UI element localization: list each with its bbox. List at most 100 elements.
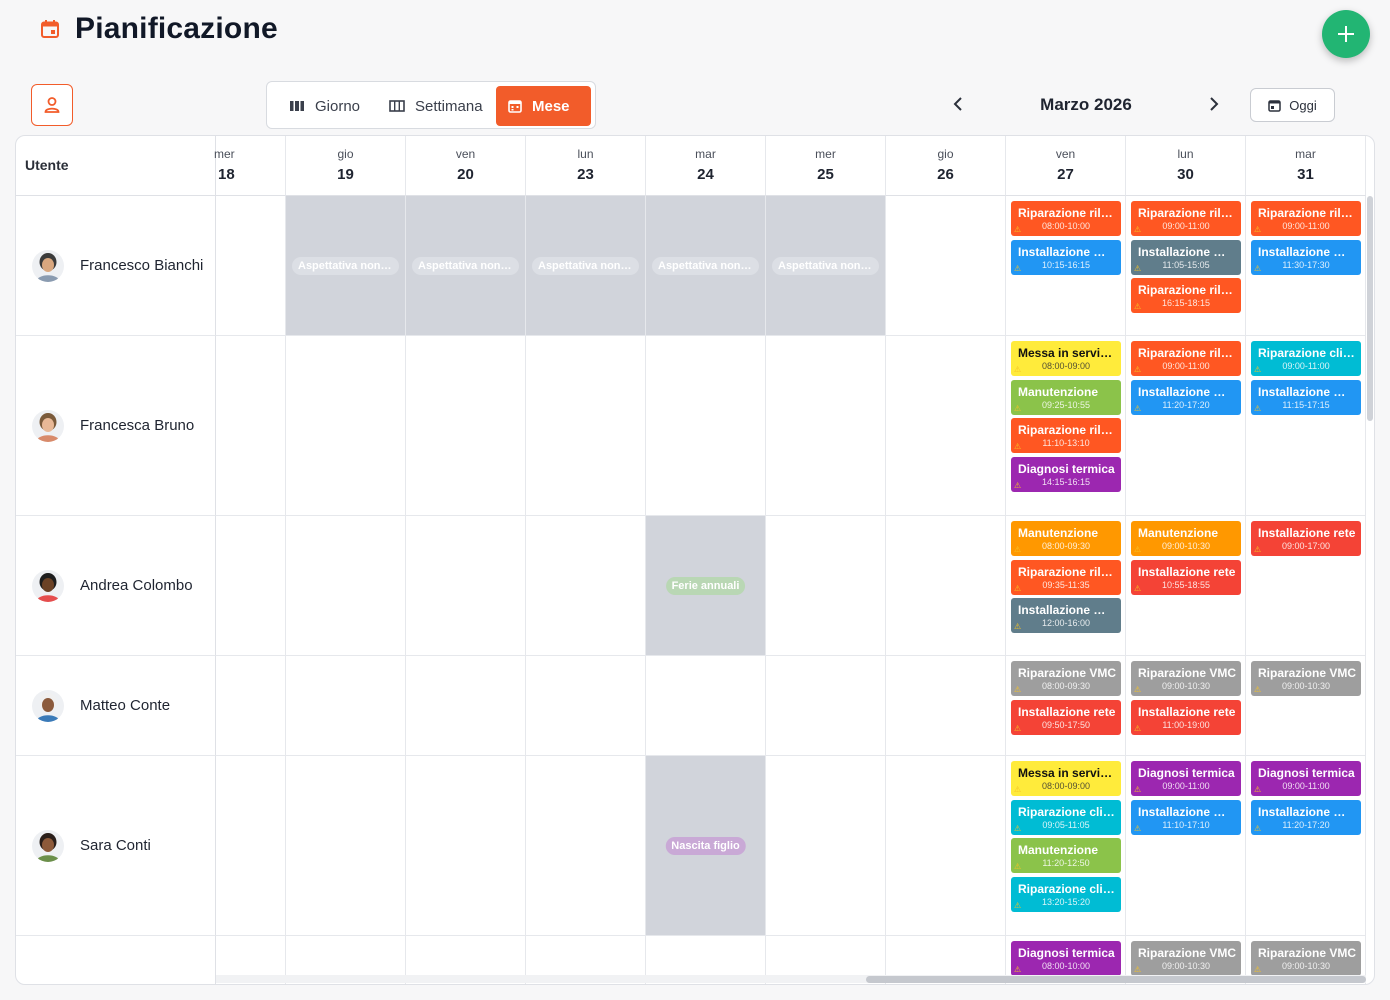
absence-badge[interactable]: Ferie annuali [665, 576, 746, 595]
event-card[interactable]: Manutenzione 09:25-10:55 ⚠ [1011, 379, 1121, 415]
day-cell[interactable]: Aspettativa non retribuita [646, 196, 766, 336]
day-cell[interactable]: Riparazione rilevatore09:00-11:00⚠Instal… [1246, 196, 1366, 336]
event-card[interactable]: Installazione … 12:00-16:00 ⚠ [1011, 598, 1121, 633]
day-cell[interactable] [286, 756, 406, 936]
day-cell[interactable]: Nascita figlio [646, 756, 766, 936]
day-cell[interactable]: Riparazione VMC 08:00-09:30 ⚠ Installazione… [1006, 656, 1126, 756]
day-cell[interactable]: Aspettativa non retribuita [526, 196, 646, 336]
event-card[interactable]: Installazione rete 09:50-17:50 ⚠ [1011, 699, 1121, 735]
day-cell[interactable] [766, 656, 886, 756]
event-card[interactable]: Riparazione rilevatore09:00-11:00 ⚠ [1251, 201, 1361, 236]
event-card[interactable]: Riparazione VMC 08:00-09:30 ⚠ [1011, 661, 1121, 696]
event-card[interactable]: Diagnosi termica 09:00-11:00 ⚠ [1251, 761, 1361, 796]
add-button[interactable] [1322, 10, 1370, 58]
event-card[interactable]: Riparazione rilevatore09:00-11:00 ⚠ [1131, 201, 1241, 236]
day-cell[interactable] [216, 336, 286, 516]
day-cell[interactable] [406, 336, 526, 516]
day-cell[interactable]: Riparazione VMC 09:00-10:30 ⚠ [1246, 656, 1366, 756]
event-card[interactable]: Riparazione VMC 09:00-10:30 ⚠ [1131, 661, 1241, 696]
day-cell[interactable]: Riparazione climatizzatore09:00-11:00⚠In… [1246, 336, 1366, 516]
event-card[interactable]: Installazione … 11:30-17:30 ⚠ [1251, 239, 1361, 275]
day-cell[interactable]: Diagnosi termica 09:00-11:00 ⚠ Installazion… [1126, 756, 1246, 936]
event-card[interactable]: Messa in servizio 08:00-09:00 ⚠ [1011, 341, 1121, 376]
day-cell[interactable]: Riparazione rilevatore09:00-11:00⚠Instal… [1126, 336, 1246, 516]
event-card[interactable]: Installazione … 11:20-17:20 ⚠ [1131, 379, 1241, 415]
day-cell[interactable]: Riparazione VMC 09:00-10:30 ⚠ Installazione… [1126, 656, 1246, 756]
absence-badge[interactable]: Aspettativa non retribuita [772, 256, 879, 275]
event-card[interactable]: Installazione … 11:15-17:15 ⚠ [1251, 379, 1361, 415]
day-cell[interactable] [886, 656, 1006, 756]
day-cell[interactable] [406, 656, 526, 756]
user-row-header[interactable] [16, 936, 216, 984]
day-cell[interactable] [286, 656, 406, 756]
event-card[interactable]: Installazione rete 11:00-19:00 ⚠ [1131, 699, 1241, 735]
event-card[interactable]: Riparazione climatizzatore09:05-11:05 ⚠ [1011, 799, 1121, 835]
day-cell[interactable]: Aspettativa non retribuita [766, 196, 886, 336]
absence-badge[interactable]: Aspettativa non retribuita [652, 256, 759, 275]
event-card[interactable]: Manutenzione 09:00-10:30 ⚠ [1131, 521, 1241, 556]
event-card[interactable]: Riparazione VMC 09:00-10:30 ⚠ [1251, 661, 1361, 696]
absence-badge[interactable]: Aspettativa non retribuita [292, 256, 399, 275]
event-card[interactable]: Manutenzione 08:00-09:30 ⚠ [1011, 521, 1121, 556]
day-cell[interactable] [216, 656, 286, 756]
day-cell[interactable] [286, 516, 406, 656]
user-row-header[interactable]: Andrea Colombo [16, 516, 216, 656]
view-week-button[interactable]: Settimana [377, 86, 495, 126]
event-card[interactable]: Installazione … 11:10-17:10 ⚠ [1131, 799, 1241, 835]
event-card[interactable]: Installazione rete 09:00-17:00 ⚠ [1251, 521, 1361, 556]
day-cell[interactable] [526, 516, 646, 656]
day-cell[interactable]: Aspettativa non retribuita [406, 196, 526, 336]
user-row-header[interactable]: Francesco Bianchi [16, 196, 216, 336]
day-cell[interactable]: Riparazione rilevatore09:00-11:00⚠Instal… [1126, 196, 1246, 336]
event-card[interactable]: Riparazione rilevatore09:35-11:35 ⚠ [1011, 559, 1121, 595]
day-cell[interactable]: Riparazione rilevatore08:00-10:00⚠Instal… [1006, 196, 1126, 336]
user-row-header[interactable]: Matteo Conte [16, 656, 216, 756]
day-cell[interactable] [286, 336, 406, 516]
today-button[interactable]: Oggi [1250, 88, 1335, 122]
event-card[interactable]: Diagnosi termica 08:00-10:00 ⚠ [1011, 941, 1121, 976]
day-cell[interactable] [406, 516, 526, 656]
day-cell[interactable] [216, 756, 286, 936]
event-card[interactable]: Installazione … 11:05-15:05 ⚠ [1131, 239, 1241, 275]
event-card[interactable]: Installazione … 10:15-16:15 ⚠ [1011, 239, 1121, 275]
event-card[interactable]: Installazione … 11:20-17:20 ⚠ [1251, 799, 1361, 835]
day-cell[interactable]: Manutenzione 08:00-09:30 ⚠ Riparazione rile… [1006, 516, 1126, 656]
event-card[interactable]: Riparazione climatizzatore09:00-11:00 ⚠ [1251, 341, 1361, 376]
view-day-button[interactable]: Giorno [277, 86, 372, 126]
day-cell[interactable] [766, 336, 886, 516]
day-cell[interactable] [216, 196, 286, 336]
event-card[interactable]: Riparazione rilevatore11:10-13:10 ⚠ [1011, 418, 1121, 453]
event-card[interactable]: Riparazione rilevatore09:00-11:00 ⚠ [1131, 341, 1241, 376]
day-cell[interactable]: Manutenzione 09:00-10:30 ⚠ Installazione re… [1126, 516, 1246, 656]
event-card[interactable]: Riparazione climatizzatore13:20-15:20 ⚠ [1011, 876, 1121, 912]
day-cell[interactable] [886, 756, 1006, 936]
day-cell[interactable] [526, 756, 646, 936]
event-card[interactable]: Installazione rete 10:55-18:55 ⚠ [1131, 559, 1241, 595]
day-cell[interactable] [646, 336, 766, 516]
day-cell[interactable] [886, 336, 1006, 516]
day-cell[interactable]: Messa in servizio 08:00-09:00 ⚠ Manutenzion… [1006, 336, 1126, 516]
day-cell[interactable] [526, 656, 646, 756]
absence-badge[interactable]: Aspettativa non retribuita [412, 256, 519, 275]
event-card[interactable]: Manutenzione 11:20-12:50 ⚠ [1011, 838, 1121, 873]
next-month-button[interactable] [1204, 94, 1224, 114]
user-row-header[interactable]: Francesca Bruno [16, 336, 216, 516]
day-cell[interactable] [766, 516, 886, 656]
event-card[interactable]: Diagnosi termica 09:00-11:00 ⚠ [1131, 761, 1241, 796]
absence-badge[interactable]: Aspettativa non retribuita [532, 256, 639, 275]
day-cell[interactable]: Messa in servizio 08:00-09:00 ⚠ Riparazione… [1006, 756, 1126, 936]
day-cell[interactable]: Ferie annuali [646, 516, 766, 656]
day-cell[interactable] [406, 756, 526, 936]
event-card[interactable]: Riparazione rilevatore08:00-10:00 ⚠ [1011, 201, 1121, 236]
user-row-header[interactable]: Sara Conti [16, 756, 216, 936]
day-cell[interactable] [216, 516, 286, 656]
day-cell[interactable]: Diagnosi termica 09:00-11:00 ⚠ Installazion… [1246, 756, 1366, 936]
day-cell[interactable] [766, 756, 886, 936]
event-card[interactable]: Riparazione VMC 09:00-10:30 ⚠ [1251, 941, 1361, 976]
day-cell[interactable] [886, 516, 1006, 656]
day-cell[interactable] [886, 196, 1006, 336]
view-month-button[interactable]: Mese [496, 86, 591, 126]
event-card[interactable]: Messa in servizio 08:00-09:00 ⚠ [1011, 761, 1121, 796]
event-card[interactable]: Diagnosi termica 14:15-16:15 ⚠ [1011, 456, 1121, 492]
event-card[interactable]: Riparazione VMC 09:00-10:30 ⚠ [1131, 941, 1241, 976]
